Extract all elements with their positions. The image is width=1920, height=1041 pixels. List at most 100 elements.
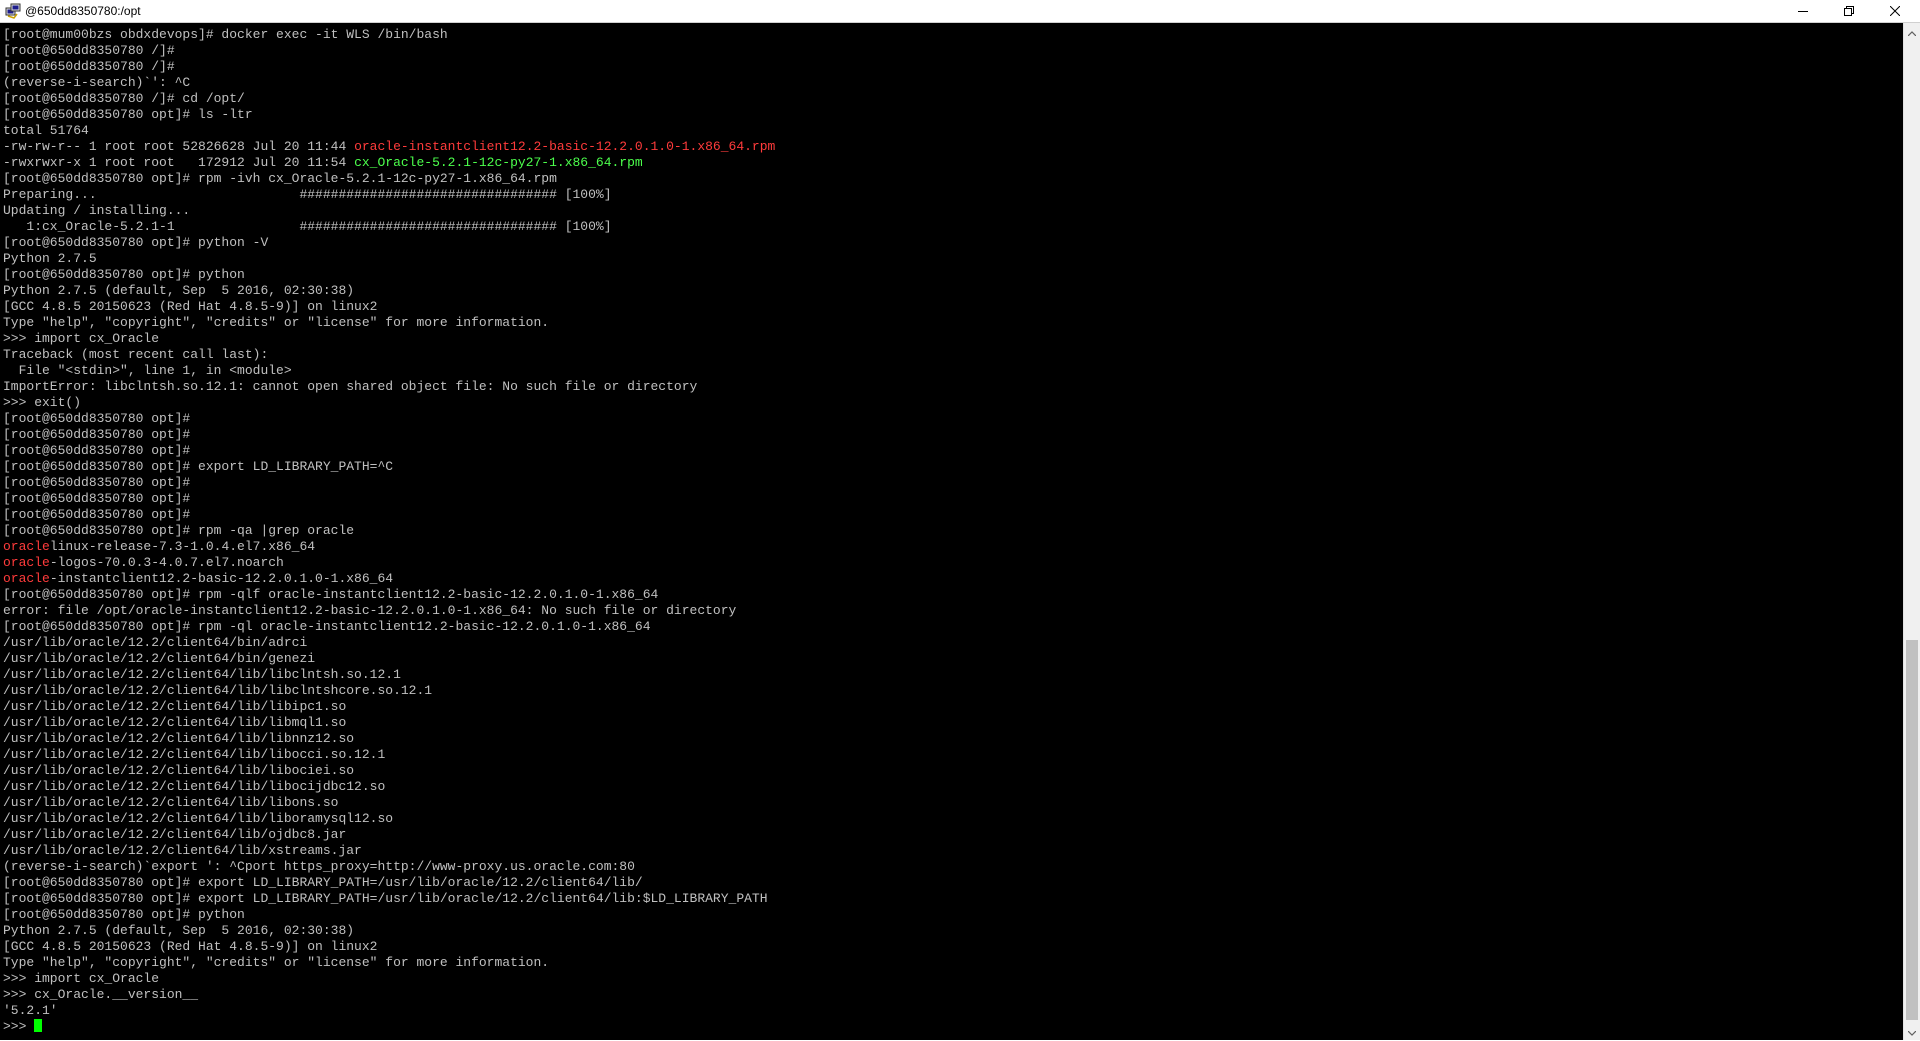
line-text: 1:cx_Oracle-5.2.1-1 ####################… — [3, 219, 612, 234]
line-text: [GCC 4.8.5 20150623 (Red Hat 4.8.5-9)] o… — [3, 939, 378, 954]
terminal-line: Python 2.7.5 (default, Sep 5 2016, 02:30… — [3, 923, 775, 939]
line-text: /usr/lib/oracle/12.2/client64/lib/libcln… — [3, 667, 401, 682]
line-text: (reverse-i-search)`': ^C — [3, 75, 191, 90]
line-text: File "<stdin>", line 1, in <module> — [3, 363, 292, 378]
terminal-line: /usr/lib/oracle/12.2/client64/lib/libcln… — [3, 683, 775, 699]
line-text: Type "help", "copyright", "credits" or "… — [3, 315, 550, 330]
highlighted-text: cx_Oracle-5.2.1-12c-py27-1.x86_64.rpm — [354, 155, 643, 170]
line-text: ImportError: libclntsh.so.12.1: cannot o… — [3, 379, 698, 394]
line-text: /usr/lib/oracle/12.2/client64/lib/libocc… — [3, 747, 386, 762]
terminal-line: >>> import cx_Oracle — [3, 971, 775, 987]
line-text: Updating / installing... — [3, 203, 191, 218]
line-text: (reverse-i-search)`export ': ^Cport http… — [3, 859, 635, 874]
scroll-down-button[interactable] — [1904, 1023, 1920, 1040]
line-text: total 51764 — [3, 123, 89, 138]
line-text: [root@650dd8350780 opt]# rpm -qlf oracle… — [3, 587, 659, 602]
line-text: [root@650dd8350780 opt]# — [3, 507, 191, 522]
terminal-line: [root@650dd8350780 opt]# rpm -qa |grep o… — [3, 523, 775, 539]
line-text: >>> exit() — [3, 395, 82, 410]
terminal-line: [root@650dd8350780 opt]# — [3, 443, 775, 459]
terminal-line: [root@650dd8350780 /]# cd /opt/ — [3, 91, 775, 107]
terminal-line: /usr/lib/oracle/12.2/client64/lib/libons… — [3, 795, 775, 811]
line-text: [root@650dd8350780 opt]# — [3, 411, 191, 426]
line-text: >>> — [3, 1019, 35, 1034]
line-text: linux-release-7.3-1.0.4.el7.x86_64 — [49, 539, 316, 554]
restore-button[interactable] — [1826, 0, 1872, 22]
terminal-line: [root@650dd8350780 /]# — [3, 59, 775, 75]
line-text: [root@650dd8350780 opt]# rpm -ql oracle-… — [3, 619, 651, 634]
line-text: /usr/lib/oracle/12.2/client64/lib/ojdbc8… — [3, 827, 347, 842]
line-text: [root@650dd8350780 opt]# python — [3, 267, 245, 282]
line-text: [root@650dd8350780 opt]# — [3, 427, 191, 442]
line-text: [root@650dd8350780 opt]# python — [3, 907, 245, 922]
terminal-line: oraclelinux-release-7.3-1.0.4.el7.x86_64 — [3, 539, 775, 555]
line-text: '5.2.1' — [3, 1003, 58, 1018]
terminal-line: >>> cx_Oracle.__version__ — [3, 987, 775, 1003]
minimize-icon — [1798, 6, 1808, 16]
vertical-scrollbar[interactable] — [1903, 23, 1920, 1040]
line-text: -instantclient12.2-basic-12.2.0.1.0-1.x8… — [49, 571, 394, 586]
line-text: [root@650dd8350780 /]# — [3, 59, 175, 74]
line-text: Python 2.7.5 (default, Sep 5 2016, 02:30… — [3, 923, 355, 938]
line-text: Python 2.7.5 — [3, 251, 97, 266]
line-text: -rwxrwxr-x 1 root root 172912 Jul 20 11:… — [3, 155, 355, 170]
terminal-line: /usr/lib/oracle/12.2/client64/lib/xstrea… — [3, 843, 775, 859]
scroll-up-button[interactable] — [1904, 23, 1920, 40]
terminal-line: [GCC 4.8.5 20150623 (Red Hat 4.8.5-9)] o… — [3, 939, 775, 955]
line-text: [root@650dd8350780 opt]# python -V — [3, 235, 269, 250]
line-text: [root@650dd8350780 opt]# rpm -qa |grep o… — [3, 523, 355, 538]
terminal-output[interactable]: [root@mum00bzs obdxdevops]# docker exec … — [0, 23, 1903, 1040]
terminal-line: Type "help", "copyright", "credits" or "… — [3, 315, 775, 331]
terminal-line: [root@650dd8350780 opt]# ls -ltr — [3, 107, 775, 123]
line-text: Type "help", "copyright", "credits" or "… — [3, 955, 550, 970]
line-text: /usr/lib/oracle/12.2/client64/lib/libnnz… — [3, 731, 355, 746]
terminal-line: total 51764 — [3, 123, 775, 139]
terminal-line: /usr/lib/oracle/12.2/client64/lib/liboci… — [3, 763, 775, 779]
scroll-thumb[interactable] — [1906, 640, 1918, 1020]
maximize-icon — [1844, 6, 1854, 16]
terminal-line: /usr/lib/oracle/12.2/client64/lib/libcln… — [3, 667, 775, 683]
terminal-line: oracle-logos-70.0.3-4.0.7.el7.noarch — [3, 555, 775, 571]
terminal-line: [root@650dd8350780 opt]# export LD_LIBRA… — [3, 459, 775, 475]
highlighted-text: oracle — [3, 555, 50, 570]
line-text: [root@mum00bzs obdxdevops]# docker exec … — [3, 27, 448, 42]
terminal-line: [root@650dd8350780 opt]# rpm -qlf oracle… — [3, 587, 775, 603]
text-cursor — [34, 1019, 43, 1032]
title-bar[interactable]: @650dd8350780:/opt — [0, 0, 1920, 23]
line-text: /usr/lib/oracle/12.2/client64/lib/libipc… — [3, 699, 347, 714]
close-button[interactable] — [1872, 0, 1918, 22]
terminal-line: [root@650dd8350780 opt]# python — [3, 907, 775, 923]
terminal-line: [root@mum00bzs obdxdevops]# docker exec … — [3, 27, 775, 43]
line-text: /usr/lib/oracle/12.2/client64/lib/libmql… — [3, 715, 347, 730]
terminal-line: [root@650dd8350780 opt]# — [3, 491, 775, 507]
terminal-line: /usr/lib/oracle/12.2/client64/lib/libora… — [3, 811, 775, 827]
terminal-line: /usr/lib/oracle/12.2/client64/lib/liboci… — [3, 779, 775, 795]
terminal-line: [root@650dd8350780 opt]# export LD_LIBRA… — [3, 891, 775, 907]
terminal-line: /usr/lib/oracle/12.2/client64/bin/genezi — [3, 651, 775, 667]
close-icon — [1890, 6, 1900, 16]
line-text: -logos-70.0.3-4.0.7.el7.noarch — [49, 555, 284, 570]
highlighted-text: oracle — [3, 539, 50, 554]
terminal-line: [root@650dd8350780 opt]# — [3, 411, 775, 427]
line-text: Preparing... ###########################… — [3, 187, 612, 202]
minimize-button[interactable] — [1780, 0, 1826, 22]
line-text: /usr/lib/oracle/12.2/client64/lib/liboci… — [3, 763, 355, 778]
terminal-line: /usr/lib/oracle/12.2/client64/lib/libipc… — [3, 699, 775, 715]
terminal-line: [root@650dd8350780 opt]# export LD_LIBRA… — [3, 875, 775, 891]
line-text: [root@650dd8350780 /]# — [3, 43, 175, 58]
terminal-line: (reverse-i-search)`': ^C — [3, 75, 775, 91]
line-text: [root@650dd8350780 opt]# export LD_LIBRA… — [3, 875, 643, 890]
terminal-line: error: file /opt/oracle-instantclient12.… — [3, 603, 775, 619]
highlighted-text: oracle-instantclient12.2-basic-12.2.0.1.… — [354, 139, 776, 154]
chevron-down-icon — [1907, 1023, 1917, 1041]
terminal-line: 1:cx_Oracle-5.2.1-1 ####################… — [3, 219, 775, 235]
putty-icon[interactable] — [5, 3, 21, 19]
line-text: /usr/lib/oracle/12.2/client64/lib/xstrea… — [3, 843, 362, 858]
terminal-line: >>> — [3, 1019, 775, 1035]
terminal-window: @650dd8350780:/opt [root@mum00bzs obdxde… — [0, 0, 1920, 1040]
line-text: error: file /opt/oracle-instantclient12.… — [3, 603, 737, 618]
terminal-line: File "<stdin>", line 1, in <module> — [3, 363, 775, 379]
terminal-line: [root@650dd8350780 opt]# rpm -ivh cx_Ora… — [3, 171, 775, 187]
terminal-line: /usr/lib/oracle/12.2/client64/bin/adrci — [3, 635, 775, 651]
line-text: [root@650dd8350780 opt]# — [3, 443, 191, 458]
